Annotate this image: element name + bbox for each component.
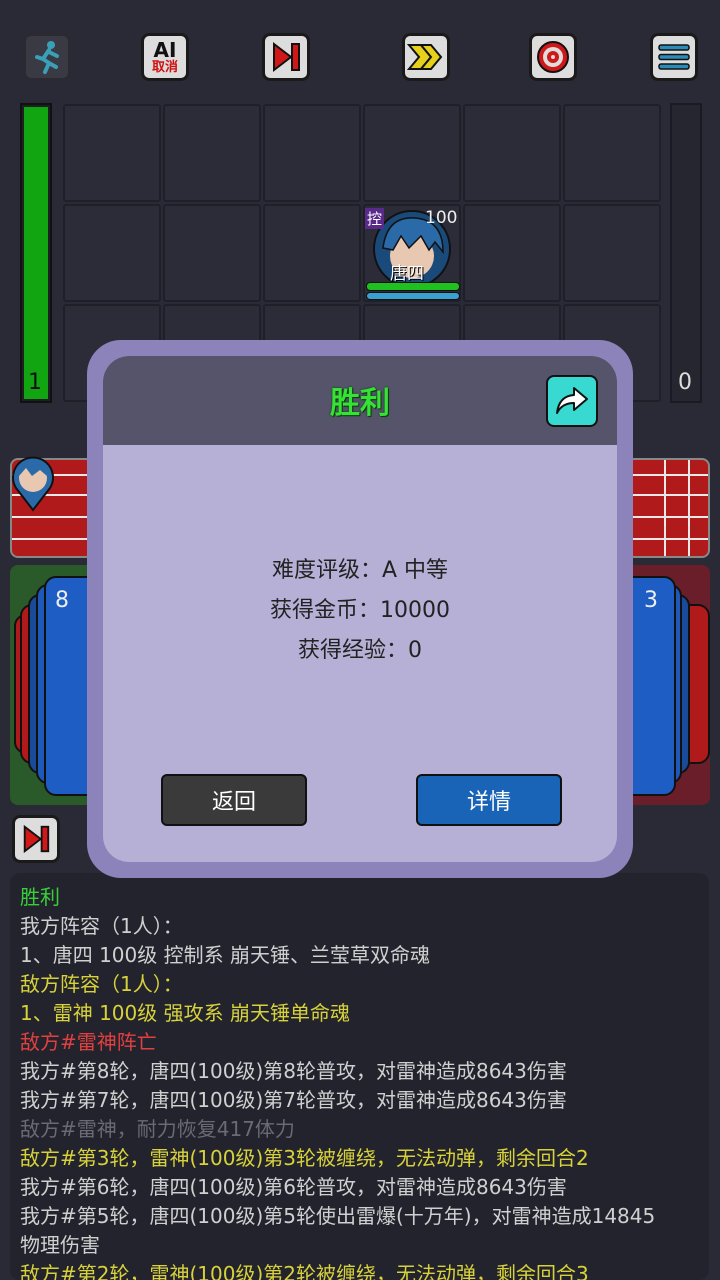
running-man-icon (35, 41, 59, 74)
grid-cell[interactable] (563, 104, 661, 202)
speed-button[interactable] (402, 33, 450, 81)
skip-button-small[interactable] (12, 815, 60, 863)
log-line: 胜利 (20, 885, 60, 909)
cancel-label: 取消 (151, 59, 178, 75)
log-line: 敌方#雷神阵亡 (20, 1030, 157, 1054)
grid-cell[interactable] (63, 204, 161, 302)
log-line: 我方#第7轮，唐四(100级)第7轮普攻，对雷神造成8643伤害 (20, 1088, 567, 1112)
skip-turn-button[interactable] (262, 33, 310, 81)
details-button[interactable]: 详情 (416, 774, 562, 826)
target-button[interactable] (529, 33, 577, 81)
log-line: 敌方阵容（1人）： (20, 972, 183, 996)
hero-name: 唐四 (390, 264, 424, 284)
log-line: 我方#第8轮，唐四(100级)第8轮普攻，对雷神造成8643伤害 (20, 1059, 567, 1083)
player-energy-bar: 1 (20, 103, 52, 403)
target-icon (537, 41, 569, 73)
ai-cancel-button[interactable]: AI 取消 (141, 33, 189, 81)
grid-cell[interactable] (463, 204, 561, 302)
enemy-card-count: 3 (644, 588, 658, 613)
menu-button[interactable] (650, 33, 698, 81)
share-icon (556, 387, 588, 414)
log-line: 敌方#第2轮，雷神(100级)第2轮被缠绕，无法动弹，剩余回合3 (20, 1262, 589, 1280)
hero-hp-bar (366, 282, 460, 291)
grid-cell[interactable] (363, 104, 461, 202)
grid-cell[interactable] (163, 104, 261, 202)
skip-icon (273, 41, 300, 73)
ai-label: AI (153, 37, 177, 62)
exp-reward: 获得经验：0 (298, 638, 422, 663)
grid-cell[interactable] (163, 204, 261, 302)
grid-cell[interactable] (263, 204, 361, 302)
control-badge: 控 (365, 208, 385, 229)
victory-dialog: 胜利 难度评级：A 中等 获得金币：10000 获得经验：0 返回 详情 (103, 356, 617, 862)
hamburger-icon (658, 44, 690, 70)
player-card-count: 8 (55, 588, 69, 613)
enemy-count: 0 (678, 370, 692, 395)
share-button[interactable] (546, 375, 598, 427)
log-line: 敌方#第3轮，雷神(100级)第3轮被缠绕，无法动弹，剩余回合2 (20, 1146, 589, 1170)
dialog-header: 胜利 (103, 356, 617, 445)
dialog-title: 胜利 (330, 386, 390, 421)
log-line: 1、唐四 100级 控制系 崩天锤、兰莹草双命魂 (20, 943, 430, 967)
hero-mp-bar (366, 292, 460, 300)
log-line: 我方#第5轮，唐四(100级)第5轮使出雷爆(十万年)，对雷神造成14845 (20, 1204, 656, 1228)
log-line: 敌方#雷神，耐力恢复417体力 (20, 1117, 295, 1141)
back-button[interactable]: 返回 (161, 774, 307, 826)
log-line: 我方#第6轮，唐四(100级)第6轮普攻，对雷神造成8643伤害 (20, 1175, 567, 1199)
grid-cell[interactable] (563, 204, 661, 302)
grid-cell[interactable] (263, 104, 361, 202)
log-line: 我方阵容（1人）： (20, 914, 183, 938)
grid-cell[interactable] (63, 104, 161, 202)
log-line: 1、雷神 100级 强攻系 崩天锤单命魂 (20, 1001, 350, 1025)
player-count: 1 (28, 370, 42, 395)
skip-icon (23, 824, 50, 854)
flee-button[interactable] (23, 33, 71, 81)
hero-unit[interactable]: 控 100 唐四 (363, 204, 461, 302)
gold-reward: 获得金币：10000 (270, 598, 450, 623)
grid-cell[interactable] (463, 104, 561, 202)
log-line: 物理伤害 (20, 1233, 100, 1257)
difficulty-rating: 难度评级：A 中等 (271, 558, 449, 583)
timeline-hero-marker (12, 456, 54, 512)
battle-log[interactable]: 胜利我方阵容（1人）： 1、唐四 100级 控制系 崩天锤、兰莹草双命魂 敌方阵容（… (10, 873, 709, 1280)
hero-level: 100 (425, 208, 458, 228)
fast-forward-icon (407, 44, 443, 70)
player-energy-fill (24, 107, 48, 399)
enemy-energy-bar: 0 (670, 103, 702, 403)
